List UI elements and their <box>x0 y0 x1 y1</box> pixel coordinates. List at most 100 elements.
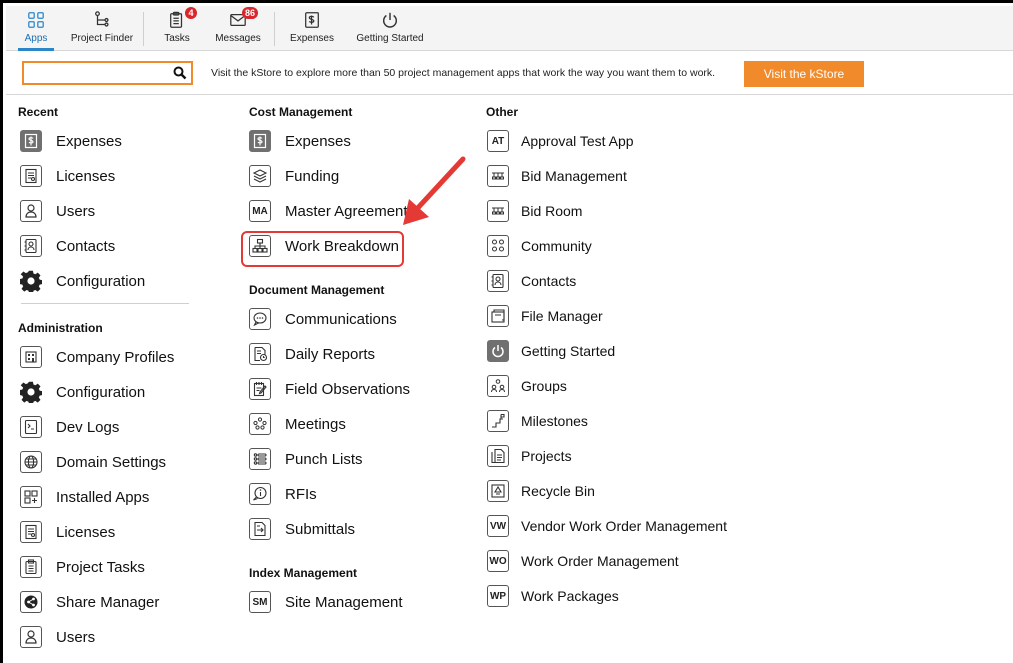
people-group-icon <box>249 413 271 435</box>
toolbar-messages-label: Messages <box>215 33 261 44</box>
recent-item-users[interactable]: Users <box>20 197 95 225</box>
license-doc-icon <box>20 165 42 187</box>
other-item-bid-room[interactable]: Bid Room <box>487 197 582 225</box>
cost-item-master-agreement[interactable]: MA Master Agreement <box>249 197 408 225</box>
red-arrow-annotation <box>403 156 466 225</box>
cost-item-label: Expenses <box>285 132 351 150</box>
recent-item-configuration[interactable]: Configuration <box>20 267 145 295</box>
doc-item-communications[interactable]: Communications <box>249 305 397 333</box>
other-item-vendor-work-order-management[interactable]: VW Vendor Work Order Management <box>487 512 727 540</box>
other-item-groups[interactable]: Groups <box>487 372 567 400</box>
admin-item-label: Project Tasks <box>56 558 145 576</box>
section-divider <box>21 303 189 304</box>
cost-item-label: Funding <box>285 167 340 185</box>
admin-item-label: Dev Logs <box>56 418 120 436</box>
admin-item-dev-logs[interactable]: Dev Logs <box>20 413 119 441</box>
address-book-icon <box>487 270 509 292</box>
other-item-label: Recycle Bin <box>521 483 595 499</box>
recent-item-label: Licenses <box>56 167 116 185</box>
work-packages-abbr-icon: WP <box>487 585 509 607</box>
other-item-getting-started[interactable]: Getting Started <box>487 337 615 365</box>
other-section-title: Other <box>486 105 519 119</box>
other-item-label: Contacts <box>521 273 577 289</box>
search-icon[interactable] <box>173 66 187 80</box>
cost-item-funding[interactable]: Funding <box>249 162 339 190</box>
admin-item-label: Share Manager <box>56 593 160 611</box>
toolbar-messages-button[interactable]: 86 Messages <box>214 6 262 51</box>
other-item-bid-management[interactable]: Bid Management <box>487 162 627 190</box>
toolbar-getting-started-button[interactable]: Getting Started <box>356 6 424 51</box>
approval-abbr-icon: AT <box>487 130 509 152</box>
checklist-icon <box>249 448 271 470</box>
doc-item-label: Submittals <box>285 520 356 538</box>
people-group-icon <box>487 375 509 397</box>
index-item-site-management[interactable]: SM Site Management <box>249 588 403 616</box>
admin-item-label: Installed Apps <box>56 488 150 506</box>
recent-item-licenses[interactable]: Licenses <box>20 162 115 190</box>
other-item-label: Milestones <box>521 413 588 429</box>
admin-item-licenses[interactable]: Licenses <box>20 518 115 546</box>
other-item-work-packages[interactable]: WP Work Packages <box>487 582 619 610</box>
doc-item-label: Meetings <box>285 415 346 433</box>
toolbar-expenses-button[interactable]: Expenses <box>290 6 334 51</box>
other-item-contacts[interactable]: Contacts <box>487 267 576 295</box>
info-bubble-icon <box>249 483 271 505</box>
toolbar-tasks-label: Tasks <box>164 33 190 44</box>
recent-section-title: Recent <box>18 105 59 119</box>
building-icon <box>20 346 42 368</box>
cost-management-section-title: Cost Management <box>249 105 353 119</box>
site-management-abbr-icon: SM <box>249 591 271 613</box>
search-box[interactable] <box>22 61 193 85</box>
community-people-icon <box>487 235 509 257</box>
admin-item-label: Domain Settings <box>56 453 167 471</box>
other-item-file-manager[interactable]: File Manager <box>487 302 603 330</box>
other-item-projects[interactable]: Projects <box>487 442 572 470</box>
administration-section-title: Administration <box>18 321 103 335</box>
doc-item-rfis[interactable]: RFIs <box>249 480 317 508</box>
admin-item-users[interactable]: Users <box>20 623 95 651</box>
toolbar-project-finder-button[interactable]: Project Finder <box>68 6 136 51</box>
kstore-message: Visit the kStore to explore more than 50… <box>211 67 716 79</box>
admin-item-share-manager[interactable]: Share Manager <box>20 588 159 616</box>
bid-handshake-icon <box>487 200 509 222</box>
admin-item-company-profiles[interactable]: Company Profiles <box>20 343 174 371</box>
other-item-community[interactable]: Community <box>487 232 592 260</box>
cost-item-expenses[interactable]: Expenses <box>249 127 351 155</box>
admin-item-project-tasks[interactable]: Project Tasks <box>20 553 145 581</box>
power-icon <box>487 340 509 362</box>
project-doc-icon <box>487 445 509 467</box>
recent-item-expenses[interactable]: Expenses <box>20 127 122 155</box>
other-item-recycle-bin[interactable]: Recycle Bin <box>487 477 595 505</box>
other-item-approval-test-app[interactable]: AT Approval Test App <box>487 127 634 155</box>
other-item-label: Bid Management <box>521 168 627 184</box>
recent-item-contacts[interactable]: Contacts <box>20 232 115 260</box>
other-item-work-order-management[interactable]: WO Work Order Management <box>487 547 679 575</box>
doc-item-daily-reports[interactable]: Daily Reports <box>249 340 375 368</box>
toolbar-project-finder-label: Project Finder <box>70 33 134 44</box>
other-item-label: Bid Room <box>521 203 583 219</box>
admin-item-label: Users <box>56 628 96 646</box>
doc-item-label: Field Observations <box>285 380 411 398</box>
globe-icon <box>20 451 42 473</box>
toolbar-tasks-button[interactable]: 4 Tasks <box>159 6 197 51</box>
other-item-label: Community <box>521 238 592 254</box>
recycle-icon <box>487 480 509 502</box>
doc-item-field-observations[interactable]: Field Observations <box>249 375 410 403</box>
index-item-label: Site Management <box>285 593 403 611</box>
other-item-milestones[interactable]: Milestones <box>487 407 588 435</box>
admin-item-installed-apps[interactable]: Installed Apps <box>20 483 149 511</box>
doc-item-punch-lists[interactable]: Punch Lists <box>249 445 363 473</box>
other-item-label: Vendor Work Order Management <box>521 518 727 534</box>
master-agreement-abbr-icon: MA <box>249 200 271 222</box>
admin-item-domain-settings[interactable]: Domain Settings <box>20 448 166 476</box>
search-input[interactable] <box>27 65 167 81</box>
doc-item-submittals[interactable]: Submittals <box>249 515 355 543</box>
other-item-label: Approval Test App <box>521 133 634 149</box>
admin-item-configuration[interactable]: Configuration <box>20 378 145 406</box>
other-item-label: Work Packages <box>521 588 619 604</box>
document-management-section-title: Document Management <box>249 283 385 297</box>
bid-handshake-icon <box>487 165 509 187</box>
doc-item-meetings[interactable]: Meetings <box>249 410 346 438</box>
visit-kstore-button[interactable]: Visit the kStore <box>744 61 864 87</box>
toolbar-apps-button[interactable]: Apps <box>18 6 54 51</box>
